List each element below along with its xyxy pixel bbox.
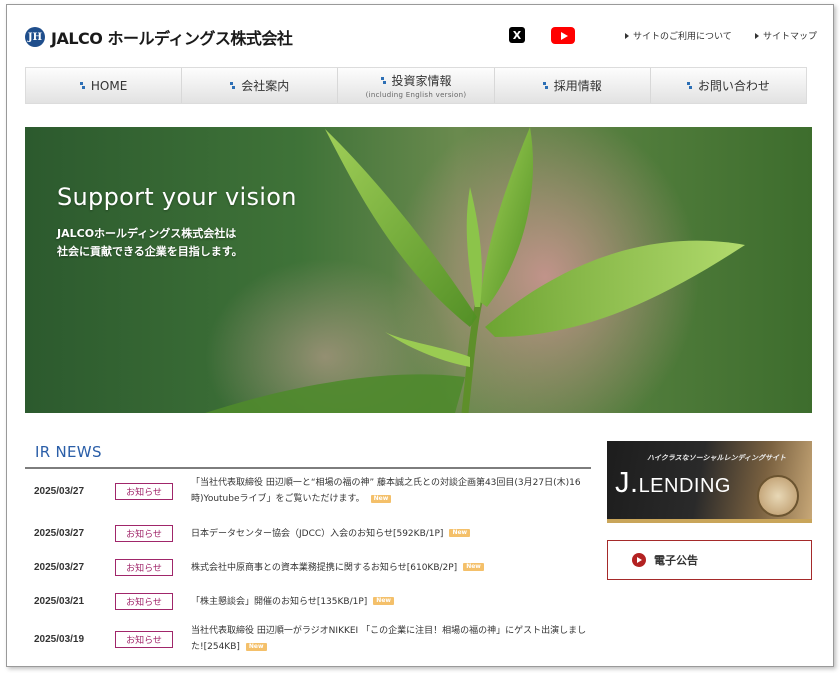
- nav-bullet-icon: [380, 77, 386, 84]
- new-badge: New: [245, 642, 267, 651]
- hero-banner: Support your vision JALCOホールディングス株式会社は 社…: [25, 127, 812, 413]
- nav-investor-sub: (including English version): [365, 91, 467, 99]
- news-item[interactable]: 2025/03/27 お知らせ 「当社代表取締役 田辺順一と“相場の福の神” 藤…: [25, 475, 591, 507]
- new-badge: New: [370, 494, 392, 503]
- nav-contact[interactable]: お問い合わせ: [650, 68, 807, 103]
- news-item[interactable]: 2025/03/27 お知らせ 日本データセンター協会（JDCC）入会のお知らせ…: [25, 525, 591, 542]
- nav-home[interactable]: HOME: [26, 68, 183, 103]
- news-link[interactable]: 当社代表取締役 田辺順一がラジオNIKKEI 「この企業に注目！相場の福の神」に…: [191, 623, 591, 655]
- nav-bullet-icon: [79, 82, 85, 89]
- news-link[interactable]: 「株主懇談会」開催のお知らせ[135KB/1P] New: [191, 594, 591, 610]
- jlending-logo: J.LENDING: [615, 467, 731, 499]
- nav-bullet-icon: [686, 82, 692, 89]
- news-item[interactable]: 2025/03/19 お知らせ 当社代表取締役 田辺順一がラジオNIKKEI 「…: [25, 623, 591, 655]
- youtube-icon[interactable]: [551, 27, 575, 44]
- global-nav: HOME 会社案内 投資家情報 (including English versi…: [25, 67, 807, 104]
- new-badge: New: [373, 597, 394, 605]
- nav-recruit[interactable]: 採用情報: [494, 68, 651, 103]
- arrow-right-icon: [755, 32, 759, 39]
- news-link[interactable]: 日本データセンター協会（JDCC）入会のお知らせ[592KB/1P] New: [191, 526, 591, 542]
- hero-line-2: 社会に貢献できる企業を目指します。: [57, 245, 243, 258]
- page-frame: JH JALCO ホールディングス株式会社 X サイトのご利用について サイトマ…: [6, 4, 834, 667]
- site-logo[interactable]: JH JALCO ホールディングス株式会社: [25, 25, 293, 49]
- news-link[interactable]: 「当社代表取締役 田辺順一と“相場の福の神” 藤本誠之氏との対談企画第43回目(…: [191, 475, 591, 507]
- ir-news-divider: [25, 467, 591, 469]
- news-category-badge: お知らせ: [115, 482, 173, 500]
- news-category-badge: お知らせ: [115, 630, 173, 648]
- jlending-accent-bar: [607, 519, 812, 523]
- nav-investor[interactable]: 投資家情報 (including English version): [338, 68, 495, 103]
- news-date: 2025/03/27: [34, 562, 85, 573]
- hero-leaf-illustration: [205, 127, 745, 413]
- site-usage-link[interactable]: サイトのご利用について: [625, 29, 732, 42]
- hero-title: Support your vision: [57, 183, 297, 211]
- news-date: 2025/03/27: [34, 528, 85, 539]
- nav-bullet-icon: [542, 82, 548, 89]
- news-item[interactable]: 2025/03/27 お知らせ 株式会社中原商事との資本業務提携に関するお知らせ…: [25, 559, 591, 576]
- logo-text: JALCO ホールディングス株式会社: [51, 29, 293, 48]
- news-category-badge: お知らせ: [115, 559, 173, 576]
- news-date: 2025/03/21: [34, 596, 85, 607]
- ir-news-title: IR NEWS: [35, 443, 102, 461]
- nav-company[interactable]: 会社案内: [182, 68, 339, 103]
- jlending-banner[interactable]: ハイクラスなソーシャルレンディングサイト J.LENDING: [607, 441, 812, 523]
- logo-mark-icon: JH: [25, 27, 45, 47]
- news-link[interactable]: 株式会社中原商事との資本業務提携に関するお知らせ[610KB/2P] New: [191, 560, 591, 576]
- play-circle-icon: [632, 553, 646, 567]
- electronic-notice-button[interactable]: 電子公告: [607, 540, 812, 580]
- new-badge: New: [463, 563, 484, 571]
- news-category-badge: お知らせ: [115, 593, 173, 610]
- news-date: 2025/03/19: [34, 633, 85, 645]
- jlending-tagline: ハイクラスなソーシャルレンディングサイト: [647, 454, 786, 462]
- arrow-right-icon: [625, 32, 629, 39]
- news-category-badge: お知らせ: [115, 525, 173, 542]
- compass-icon: [757, 475, 799, 517]
- news-item[interactable]: 2025/03/21 お知らせ 「株主懇談会」開催のお知らせ[135KB/1P]…: [25, 593, 591, 610]
- news-date: 2025/03/27: [34, 485, 85, 497]
- hero-line-1: JALCOホールディングス株式会社は: [57, 227, 237, 240]
- nav-bullet-icon: [230, 82, 236, 89]
- x-twitter-icon[interactable]: X: [509, 27, 525, 43]
- new-badge: New: [449, 529, 471, 537]
- sitemap-link[interactable]: サイトマップ: [755, 29, 817, 42]
